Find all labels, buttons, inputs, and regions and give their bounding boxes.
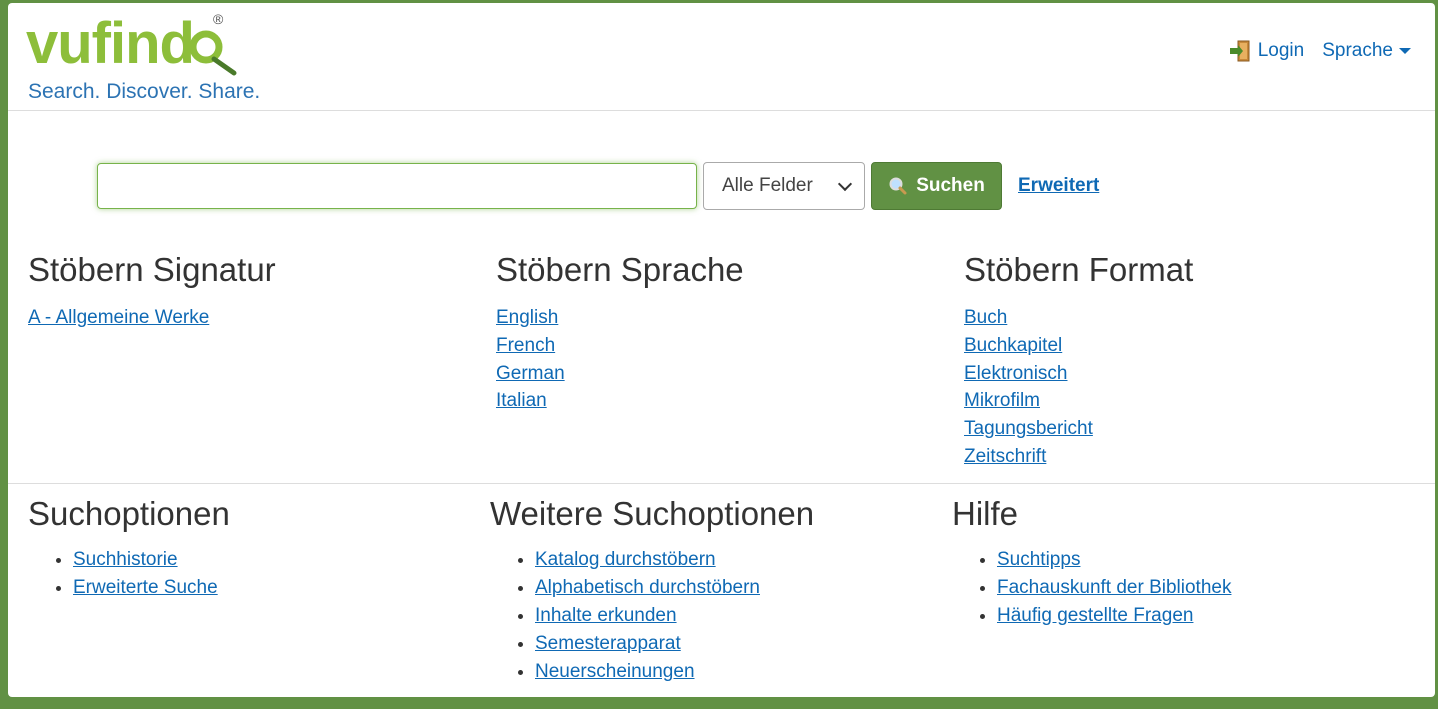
door-icon xyxy=(1229,40,1250,62)
language-dropdown[interactable]: Sprache xyxy=(1322,40,1411,62)
search-type-value: Alle Felder xyxy=(722,175,813,196)
search-type-select[interactable]: Alle Felder xyxy=(703,162,865,210)
browse-format-link[interactable]: Mikrofilm xyxy=(964,390,1040,411)
vufind-logo[interactable]: vufind ® Search. Discover. Share. xyxy=(26,9,286,105)
footer-link[interactable]: Katalog durchstöbern xyxy=(535,549,716,570)
browse-format-link[interactable]: Zeitschrift xyxy=(964,446,1046,467)
browse-format-link[interactable]: Buch xyxy=(964,307,1007,328)
footer-divider xyxy=(8,483,1435,484)
top-nav: Login Sprache xyxy=(1228,39,1411,63)
browse-format-title: Stöbern Format xyxy=(964,251,1194,288)
browse-format: Stöbern Format Buch Buchkapitel Elektron… xyxy=(964,250,1193,471)
search-button[interactable]: Suchen xyxy=(871,162,1002,210)
footer-help: Hilfe Suchtipps Fachauskunft der Bibliot… xyxy=(952,494,1231,630)
footer-link[interactable]: Fachauskunft der Bibliothek xyxy=(997,577,1231,598)
footer-link[interactable]: Erweiterte Suche xyxy=(73,577,218,598)
search-input[interactable] xyxy=(97,163,697,209)
browse-callnumber-title: Stöbern Signatur xyxy=(28,251,276,288)
registered-mark: ® xyxy=(213,11,224,27)
footer-link[interactable]: Inhalte erkunden xyxy=(535,605,677,626)
browse-callnumber-link[interactable]: A - Allgemeine Werke xyxy=(28,307,209,328)
footer-link[interactable]: Häufig gestellte Fragen xyxy=(997,605,1193,626)
browse-callnumber: Stöbern Signatur A - Allgemeine Werke xyxy=(28,250,276,332)
browse-format-link[interactable]: Elektronisch xyxy=(964,363,1068,384)
browse-language: Stöbern Sprache English French German It… xyxy=(496,250,744,415)
advanced-search-link[interactable]: Erweitert xyxy=(1018,175,1099,197)
footer-more-options-title: Weitere Suchoptionen xyxy=(490,495,815,532)
browse-format-link[interactable]: Buchkapitel xyxy=(964,335,1062,356)
browse-format-link[interactable]: Tagungsbericht xyxy=(964,418,1093,439)
footer-link[interactable]: Semesterapparat xyxy=(535,633,681,654)
footer-link[interactable]: Suchhistorie xyxy=(73,549,178,570)
footer-search-options: Suchoptionen Suchhistorie Erweiterte Suc… xyxy=(28,494,230,602)
footer-more-options: Weitere Suchoptionen Katalog durchstöber… xyxy=(490,494,814,686)
chevron-down-icon xyxy=(837,176,853,191)
login-link[interactable]: Login xyxy=(1228,39,1305,63)
browse-language-link[interactable]: French xyxy=(496,335,555,356)
footer-link[interactable]: Alphabetisch durchstöbern xyxy=(535,577,760,598)
footer-link[interactable]: Suchtipps xyxy=(997,549,1080,570)
footer-help-title: Hilfe xyxy=(952,495,1019,532)
footer-link[interactable]: Neuerscheinungen xyxy=(535,661,695,682)
browse-language-link[interactable]: German xyxy=(496,363,565,384)
footer-search-options-title: Suchoptionen xyxy=(28,495,230,532)
logo-tagline: Search. Discover. Share. xyxy=(28,80,261,103)
login-label: Login xyxy=(1257,40,1305,61)
search-button-label: Suchen xyxy=(916,175,985,196)
language-label: Sprache xyxy=(1322,40,1393,61)
browse-language-link[interactable]: Italian xyxy=(496,390,547,411)
browse-language-title: Stöbern Sprache xyxy=(496,251,744,288)
search-bar: Alle Felder Suchen Erweitert xyxy=(97,162,1099,210)
browse-language-link[interactable]: English xyxy=(496,307,558,328)
search-icon xyxy=(889,177,907,195)
magnifier-icon xyxy=(189,30,237,76)
header: vufind ® Search. Discover. Share. Login … xyxy=(8,3,1435,111)
page: vufind ® Search. Discover. Share. Login … xyxy=(8,3,1435,697)
caret-down-icon xyxy=(1399,47,1411,54)
logo-wordmark: vufind xyxy=(26,11,195,76)
